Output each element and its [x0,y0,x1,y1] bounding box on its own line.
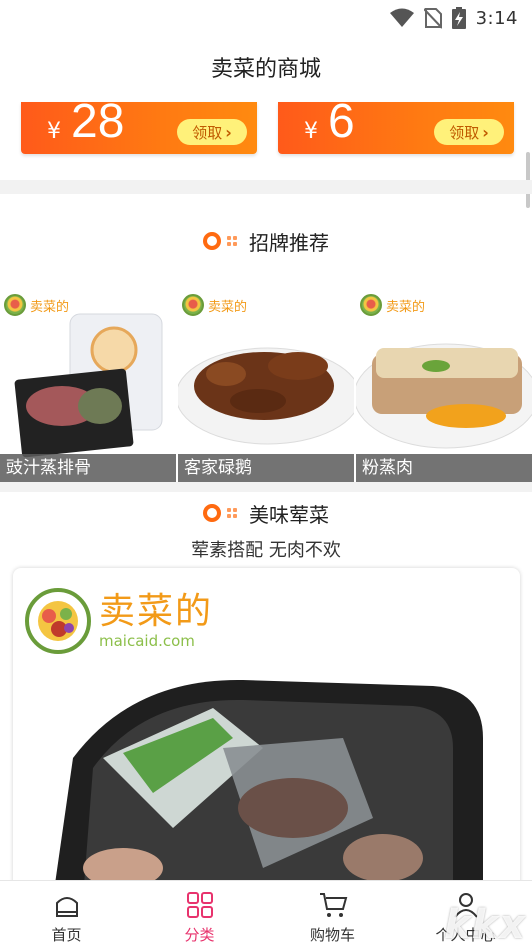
combo-heading: 美味荤菜 [0,498,532,528]
battery-charging-icon [451,7,466,29]
wifi-icon [389,8,414,27]
section-ring-icon [203,504,221,522]
tab-home-label: 首页 [51,926,82,944]
cart-icon [319,893,347,917]
category-grid-icon [186,892,213,918]
brand-name: 卖菜的 [208,299,248,315]
coupon-strip: ¥ 28 领取 › ¥ 6 领取 › [0,95,532,180]
coupon-card[interactable]: ¥ 6 领取 › [278,95,514,154]
status-time: 3:14 [475,7,518,29]
banner-domain: maicaid.com [99,632,195,650]
watermark-logo: kkx [443,902,526,948]
tab-category-label: 分类 [184,926,215,944]
combo-heading-label: 美味荤菜 [249,502,329,527]
brand-logo-icon [25,588,91,654]
claim-coupon-button[interactable]: 领取 › [177,119,247,145]
section-divider [0,482,532,492]
product-name: 豉汁蒸排骨 [0,454,176,482]
section-divider [0,180,532,194]
product-card[interactable]: 卖菜的 粉蒸肉 [356,286,532,482]
combo-banner[interactable]: 卖菜的 maicaid.com [13,568,520,898]
status-icons: 3:14 [389,6,518,30]
banner-brand-name: 卖菜的 [99,591,214,632]
brand-logo: 卖菜的 [360,294,425,316]
coupon-currency: ¥ [304,119,318,144]
claim-coupon-button[interactable]: 领取 › [434,119,504,145]
claim-label: 领取 [192,123,223,142]
product-name: 客家碌鹅 [178,454,354,482]
claim-label: 领取 [449,123,480,142]
brand-name: 卖菜的 [386,299,426,315]
brand-logo-icon [182,294,204,316]
brand-logo: 卖菜的 [182,294,247,316]
coupon-card[interactable]: ¥ 28 领取 › [21,95,257,154]
product-image [14,313,163,458]
featured-heading: 招牌推荐 [0,226,532,256]
section-dots-icon [227,508,237,518]
coupon-amount: 28 [71,95,125,148]
section-ring-icon [203,232,221,250]
featured-list: 卖菜的 豉汁蒸排骨 卖菜的 客家碌鹅 卖菜的 粉蒸肉 [0,286,532,482]
banner-logo-text: 卖菜的 maicaid.com [99,591,214,651]
home-icon [55,897,78,917]
banner-logo: 卖菜的 maicaid.com [25,588,213,654]
no-sim-icon [423,8,442,29]
product-card[interactable]: 卖菜的 客家碌鹅 [178,286,354,482]
fruit-wreath-icon [38,601,78,641]
product-name: 粉蒸肉 [356,454,532,482]
tab-cart[interactable]: 购物车 [266,881,399,952]
page-title: 卖菜的商城 [210,57,321,82]
brand-logo-icon [360,294,382,316]
chevron-right-icon: › [225,122,232,142]
section-dots-icon [227,236,237,246]
status-bar: 3:14 [0,0,532,36]
coupon-currency: ¥ [47,119,61,144]
header: 卖菜的商城 [0,36,532,98]
featured-heading-label: 招牌推荐 [249,230,329,255]
tab-cart-label: 购物车 [309,926,355,944]
coupon-amount: 6 [328,95,355,148]
tab-home[interactable]: 首页 [0,881,133,952]
combo-subtitle: 荤素搭配 无肉不欢 [191,540,341,561]
tab-category[interactable]: 分类 [133,881,266,952]
product-card[interactable]: 卖菜的 豉汁蒸排骨 [0,286,176,482]
chevron-right-icon: › [482,122,489,142]
